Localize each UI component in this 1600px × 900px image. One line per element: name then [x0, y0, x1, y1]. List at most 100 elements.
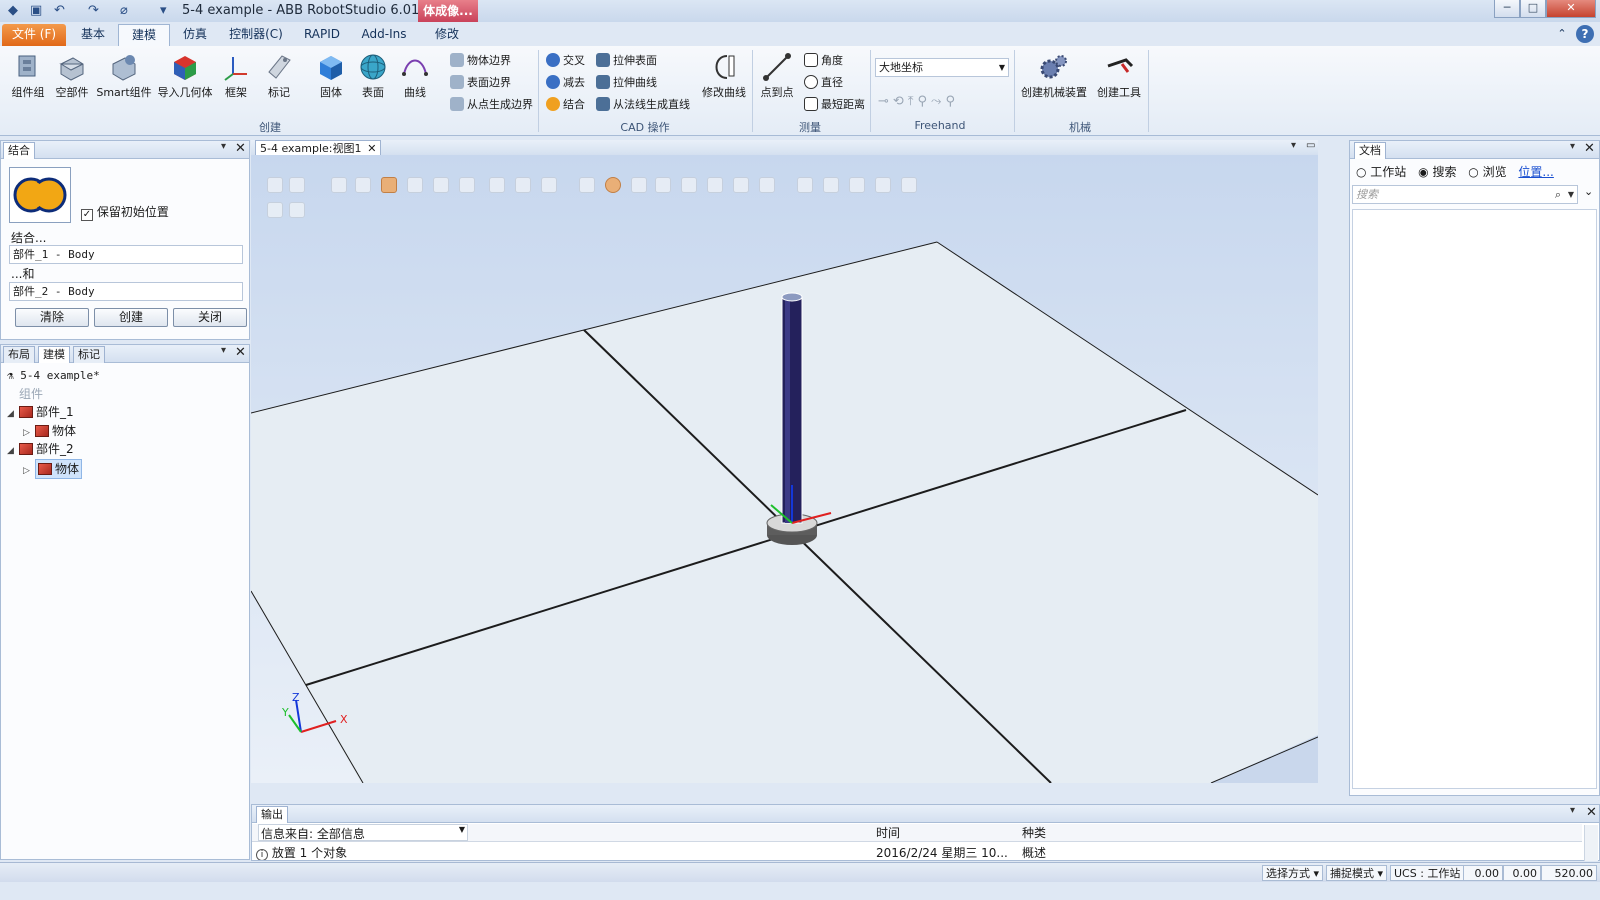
marker-button[interactable]: 标记: [262, 52, 296, 100]
collapse-ribbon-icon[interactable]: ⌃: [1554, 24, 1570, 46]
import-geometry-button[interactable]: 导入几何体: [156, 52, 214, 100]
undo-icon[interactable]: ↶: [54, 3, 65, 18]
modify-curve-button[interactable]: 修改曲线: [700, 52, 748, 100]
redo-icon[interactable]: ↷: [88, 3, 99, 18]
app-logo-icon[interactable]: ◆: [8, 3, 18, 18]
tab-modeling-browser[interactable]: 建模: [38, 346, 70, 363]
min-distance-button[interactable]: 最短距离: [804, 96, 865, 114]
info-icon: i: [256, 849, 268, 860]
create-tool-button[interactable]: 创建工具: [1094, 52, 1144, 100]
save-icon[interactable]: ▣: [30, 3, 42, 18]
tab-layout[interactable]: 布局: [3, 346, 35, 363]
part-icon: [19, 443, 33, 455]
border-from-points-button[interactable]: 从点生成边界: [450, 96, 533, 114]
tag-icon[interactable]: ⌀: [120, 3, 128, 18]
3d-viewport[interactable]: X Z Y: [251, 155, 1318, 783]
radio-station[interactable]: ○ 工作站: [1356, 165, 1406, 179]
station-node[interactable]: ⚗ 5-4 example*: [7, 367, 100, 385]
keep-position-row[interactable]: ✓ 保留初始位置: [81, 203, 169, 221]
source-filter-select[interactable]: 信息来自: 全部信息 ▼: [258, 824, 468, 841]
union-button[interactable]: 结合: [546, 96, 585, 114]
output-row[interactable]: i 放置 1 个对象 2016/2/24 星期三 10... 概述: [256, 844, 1576, 860]
line-from-normal-button[interactable]: 从法线生成直线: [596, 96, 690, 114]
output-tab[interactable]: 输出: [256, 806, 288, 823]
panel-menu-icon[interactable]: ▾: [1570, 805, 1575, 816]
col-time-header[interactable]: 时间: [876, 824, 900, 841]
tab-markers[interactable]: 标记: [73, 346, 105, 363]
tab-file[interactable]: 文件 (F): [2, 24, 66, 46]
expand-arrow-icon[interactable]: ◢: [7, 405, 19, 423]
smart-component-button[interactable]: Smart组件: [96, 52, 152, 100]
body-border-button[interactable]: 物体边界: [450, 52, 511, 70]
and-label: ...和: [11, 267, 35, 281]
customize-qat-icon[interactable]: ▾: [160, 3, 167, 18]
tab-modeling[interactable]: 建模: [118, 24, 170, 46]
close-panel-icon[interactable]: ✕: [1586, 805, 1597, 820]
extrude-curve-button[interactable]: 拉伸曲线: [596, 74, 657, 92]
surface-border-button[interactable]: 表面边界: [450, 74, 511, 92]
select-mode-dropdown[interactable]: 选择方式 ▾: [1262, 865, 1324, 881]
empty-part-button[interactable]: 空部件: [52, 52, 92, 100]
part2-field[interactable]: 部件_2 - Body: [9, 282, 243, 301]
docs-search-input[interactable]: 搜索 ⌕ ▼: [1352, 185, 1578, 204]
docs-results-list[interactable]: [1352, 209, 1597, 789]
location-link[interactable]: 位置...: [1518, 165, 1553, 179]
close-panel-icon[interactable]: ✕: [1584, 141, 1595, 156]
close-panel-icon[interactable]: ✕: [235, 141, 246, 156]
create-mechanism-button[interactable]: 创建机械装置: [1020, 52, 1088, 100]
output-scrollbar[interactable]: [1584, 825, 1598, 861]
tab-modify[interactable]: 修改: [424, 24, 470, 46]
context-tab-label[interactable]: 体成像...: [418, 0, 478, 22]
panel-menu-icon[interactable]: ▾: [221, 345, 226, 356]
close-button[interactable]: 关闭: [173, 308, 247, 327]
help-icon[interactable]: ?: [1576, 25, 1594, 43]
intersect-button[interactable]: 交叉: [546, 52, 585, 70]
component-group-button[interactable]: 组件组: [8, 52, 48, 100]
search-icon[interactable]: ⌕: [1555, 186, 1561, 203]
union-panel-tab[interactable]: 结合: [3, 142, 35, 159]
solid-button[interactable]: 固体: [314, 52, 348, 100]
ucs-indicator[interactable]: UCS : 工作站: [1390, 865, 1465, 881]
panel-menu-icon[interactable]: ▾: [1570, 141, 1575, 152]
tree-item-part1[interactable]: ◢ 部件_1: [7, 403, 74, 421]
snap-mode-dropdown[interactable]: 捕捉模式 ▾: [1326, 865, 1388, 881]
tree-item-part2-body[interactable]: ▷ 物体: [23, 459, 83, 480]
tab-controller[interactable]: 控制器(C): [224, 24, 288, 46]
close-window-button[interactable]: ✕: [1546, 0, 1596, 18]
expand-options-icon[interactable]: ⌄: [1584, 185, 1593, 198]
panel-menu-icon[interactable]: ▾: [221, 141, 226, 152]
tab-simulation[interactable]: 仿真: [174, 24, 216, 46]
curve-button[interactable]: 曲线: [398, 52, 432, 100]
tree-item-part1-body[interactable]: ▷ 物体: [23, 422, 76, 440]
chevron-down-icon[interactable]: ▼: [1568, 186, 1574, 203]
clear-button[interactable]: 清除: [15, 308, 89, 327]
collapse-arrow-icon[interactable]: ▷: [23, 462, 35, 480]
frame-button[interactable]: 框架: [220, 52, 252, 100]
reference-coordinate-select[interactable]: 大地坐标 ▼: [875, 58, 1009, 77]
subtract-button[interactable]: 减去: [546, 74, 585, 92]
angle-button[interactable]: 角度: [804, 52, 843, 70]
create-button[interactable]: 创建: [94, 308, 168, 327]
radio-search[interactable]: ◉ 搜索: [1418, 165, 1456, 179]
surface-button[interactable]: 表面: [356, 52, 390, 100]
maximize-view-icon[interactable]: ▭: [1306, 140, 1315, 151]
tree-item-part2[interactable]: ◢ 部件_2: [7, 440, 74, 458]
extrude-surface-button[interactable]: 拉伸表面: [596, 52, 657, 70]
diameter-button[interactable]: 直径: [804, 74, 843, 92]
panel-menu-icon[interactable]: ▾: [1291, 140, 1296, 151]
point-to-point-button[interactable]: 点到点: [758, 52, 796, 100]
close-panel-icon[interactable]: ✕: [235, 345, 246, 360]
tab-basic[interactable]: 基本: [72, 24, 114, 46]
expand-arrow-icon[interactable]: ◢: [7, 442, 19, 460]
maximize-button[interactable]: □: [1520, 0, 1546, 18]
radio-browse[interactable]: ○ 浏览: [1468, 165, 1506, 179]
angle-icon: [804, 53, 818, 67]
documents-tab[interactable]: 文档: [1354, 142, 1386, 159]
tab-addins[interactable]: Add-Ins: [356, 24, 412, 46]
tab-rapid[interactable]: RAPID: [296, 24, 348, 46]
col-type-header[interactable]: 种类: [1022, 824, 1046, 841]
solid-label: 固体: [320, 86, 342, 99]
keep-position-checkbox[interactable]: ✓: [81, 209, 93, 221]
minimize-button[interactable]: ─: [1494, 0, 1520, 18]
part1-field[interactable]: 部件_1 - Body: [9, 245, 243, 264]
